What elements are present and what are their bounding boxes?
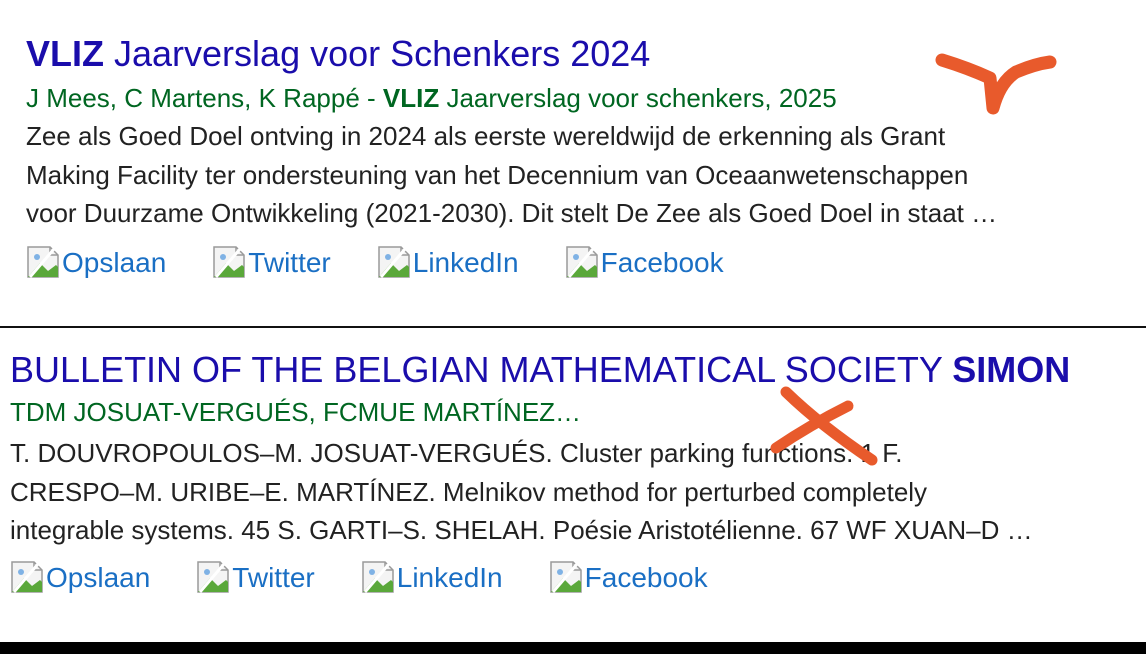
snippet-line: Making Facility ter ondersteuning van he… bbox=[26, 159, 969, 190]
bottom-bar bbox=[0, 642, 1146, 654]
authors-text: J Mees, C Martens, K Rappé - bbox=[26, 83, 383, 113]
result-actions: Opslaan Twitter LinkedIn Facebook bbox=[10, 558, 754, 594]
result-title[interactable]: BULLETIN OF THE BELGIAN MATHEMATICAL SOC… bbox=[10, 350, 1070, 390]
result-actions: Opslaan Twitter LinkedIn Facebook bbox=[26, 243, 770, 279]
result-title-bold[interactable]: SIMON bbox=[952, 349, 1070, 390]
twitter-link[interactable]: Twitter bbox=[212, 243, 331, 279]
broken-image-icon bbox=[212, 243, 248, 279]
linkedin-link[interactable]: LinkedIn bbox=[361, 558, 503, 594]
snippet-line: integrable systems. 45 S. GARTI–S. SHELA… bbox=[10, 515, 1033, 545]
source-text: Jaarverslag voor schenkers, 2025 bbox=[439, 83, 837, 113]
linkedin-link[interactable]: LinkedIn bbox=[377, 243, 519, 279]
save-link[interactable]: Opslaan bbox=[10, 558, 150, 594]
broken-image-icon bbox=[10, 558, 46, 594]
result-title[interactable]: VLIZ Jaarverslag voor Schenkers 2024 bbox=[26, 34, 650, 74]
save-label[interactable]: Opslaan bbox=[62, 247, 166, 279]
result-snippet: T. DOUVROPOULOS–M. JOSUAT-VERGUÉS. Clust… bbox=[10, 434, 1146, 550]
broken-image-icon bbox=[549, 558, 585, 594]
snippet-line: T. DOUVROPOULOS–M. JOSUAT-VERGUÉS. Clust… bbox=[10, 438, 903, 468]
result-divider bbox=[0, 326, 1146, 328]
facebook-label[interactable]: Facebook bbox=[601, 247, 724, 279]
snippet-line: Zee als Goed Doel ontving in 2024 als ee… bbox=[26, 121, 946, 151]
search-result-1: VLIZ Jaarverslag voor Schenkers 2024 J M… bbox=[0, 0, 1146, 327]
result-title-bold[interactable]: VLIZ bbox=[26, 33, 104, 74]
linkedin-label[interactable]: LinkedIn bbox=[413, 247, 519, 279]
twitter-link[interactable]: Twitter bbox=[196, 558, 315, 594]
result-authors: TDM JOSUAT-VERGUÉS, FCMUE MARTÍNEZ… bbox=[10, 397, 582, 427]
result-authors: J Mees, C Martens, K Rappé - VLIZ Jaarve… bbox=[26, 83, 837, 113]
twitter-label[interactable]: Twitter bbox=[232, 562, 314, 594]
result-snippet: Zee als Goed Doel ontving in 2024 als ee… bbox=[26, 117, 1136, 233]
broken-image-icon bbox=[565, 243, 601, 279]
snippet-line: voor Duurzame Ontwikkeling (2021-2030). … bbox=[26, 198, 998, 228]
broken-image-icon bbox=[26, 243, 62, 279]
save-label[interactable]: Opslaan bbox=[46, 562, 150, 594]
authors-bold: VLIZ bbox=[382, 83, 440, 113]
result-title-text[interactable]: BULLETIN OF THE BELGIAN MATHEMATICAL SOC… bbox=[10, 349, 952, 390]
twitter-label[interactable]: Twitter bbox=[248, 247, 330, 279]
broken-image-icon bbox=[361, 558, 397, 594]
facebook-link[interactable]: Facebook bbox=[549, 558, 708, 594]
linkedin-label[interactable]: LinkedIn bbox=[397, 562, 503, 594]
facebook-link[interactable]: Facebook bbox=[565, 243, 724, 279]
result-title-text[interactable]: Jaarverslag voor Schenkers 2024 bbox=[104, 33, 650, 74]
save-link[interactable]: Opslaan bbox=[26, 243, 166, 279]
search-result-2: BULLETIN OF THE BELGIAN MATHEMATICAL SOC… bbox=[0, 329, 1146, 642]
facebook-label[interactable]: Facebook bbox=[585, 562, 708, 594]
broken-image-icon bbox=[196, 558, 232, 594]
snippet-line: CRESPO–M. URIBE–E. MARTÍNEZ. Melnikov me… bbox=[10, 476, 928, 507]
broken-image-icon bbox=[377, 243, 413, 279]
